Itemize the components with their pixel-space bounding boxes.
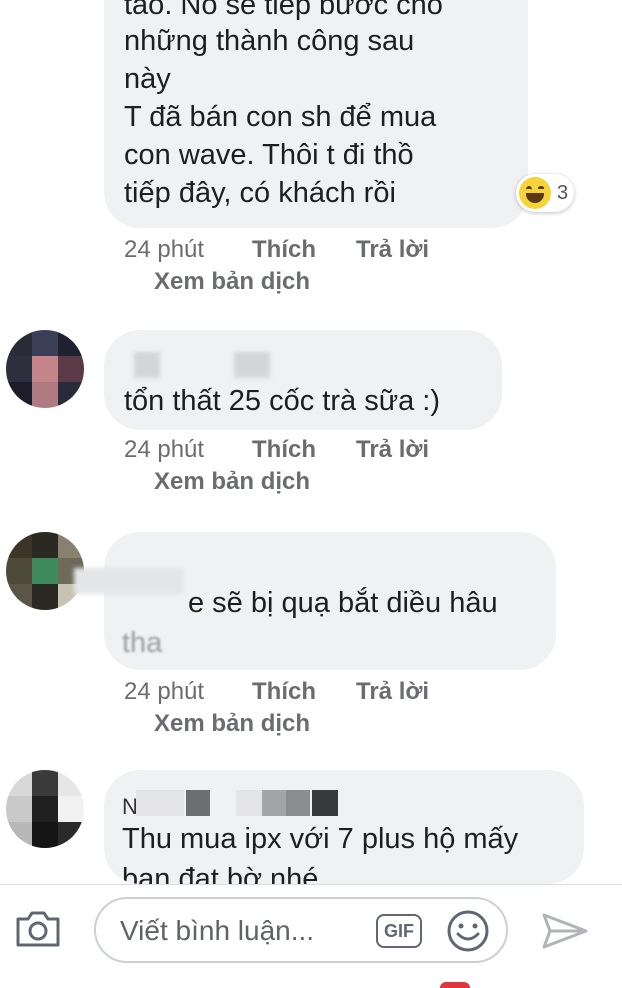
comment-text: những thành công sau này T đã bán con sh… xyxy=(124,25,437,209)
commenter-name-blurred xyxy=(74,568,184,594)
like-button[interactable]: Thích xyxy=(252,436,356,464)
comment-bubble[interactable]: e sẽ bị quạ bắt diều hâu tha xyxy=(74,532,556,670)
see-translation-link[interactable]: Xem bản dịch xyxy=(154,710,429,738)
comment-bubble[interactable]: tổn thất 25 cốc trà sữa :) xyxy=(104,330,502,430)
laughing-face-icon xyxy=(519,177,551,209)
comment-time: 24 phút xyxy=(124,236,205,263)
camera-icon[interactable] xyxy=(14,909,62,949)
bottom-indicator xyxy=(440,982,470,988)
comment-text: Thu mua ipx với 7 plus hộ mấy xyxy=(122,823,519,855)
gif-icon[interactable]: GIF xyxy=(376,914,422,948)
avatar[interactable] xyxy=(6,770,84,848)
reply-button[interactable]: Trả lời xyxy=(356,236,429,264)
commenter-name-blurred xyxy=(186,790,210,816)
avatar[interactable] xyxy=(6,330,84,408)
comment-text-partial: bạn đạt bờ nhé xyxy=(122,863,319,884)
comment-text-partial: tao. Nó sẽ tiếp bước cho xyxy=(124,0,443,21)
smile-icon[interactable] xyxy=(446,909,490,953)
commenter-name-blurred xyxy=(134,352,160,378)
comment-text-line2: tha xyxy=(122,627,163,659)
like-button[interactable]: Thích xyxy=(252,678,356,706)
commenter-name-blurred xyxy=(136,790,184,816)
comment-actions: 24 phút Thích Trả lời Xem bản dịch xyxy=(124,678,429,738)
send-icon[interactable] xyxy=(540,911,590,951)
comment-actions: 24 phút Thích Trả lời Xem bản dịch xyxy=(124,236,429,296)
commenter-name-blurred xyxy=(234,352,270,378)
commenter-name-blurred xyxy=(286,790,310,816)
comment-input-placeholder: Viết bình luận... xyxy=(120,915,315,946)
commenter-name-blurred xyxy=(262,790,286,816)
like-button[interactable]: Thích xyxy=(252,236,356,264)
comment-composer: Viết bình luận... GIF xyxy=(0,884,622,976)
comment-text: tổn thất 25 cốc trà sữa :) xyxy=(124,385,441,417)
comment-bubble[interactable]: N Thu mua ipx với 7 plus hộ mấy bạn đạt … xyxy=(104,770,584,884)
reply-button[interactable]: Trả lời xyxy=(356,678,429,706)
comment-bubble[interactable]: tao. Nó sẽ tiếp bước cho những thành côn… xyxy=(104,0,528,228)
comment-text: e sẽ bị quạ bắt diều hâu xyxy=(188,587,498,619)
comment-time: 24 phút xyxy=(124,678,205,705)
comment-time: 24 phút xyxy=(124,436,205,463)
see-translation-link[interactable]: Xem bản dịch xyxy=(154,268,429,296)
reply-button[interactable]: Trả lời xyxy=(356,436,429,464)
reaction-badge[interactable]: 3 xyxy=(516,174,575,212)
see-translation-link[interactable]: Xem bản dịch xyxy=(154,468,429,496)
comment-input[interactable]: Viết bình luận... GIF xyxy=(94,897,508,963)
commenter-name-blurred xyxy=(236,790,264,816)
comment-actions: 24 phút Thích Trả lời Xem bản dịch xyxy=(124,436,429,496)
commenter-name-blurred xyxy=(312,790,338,816)
reaction-count: 3 xyxy=(557,181,569,204)
avatar[interactable] xyxy=(6,532,84,610)
